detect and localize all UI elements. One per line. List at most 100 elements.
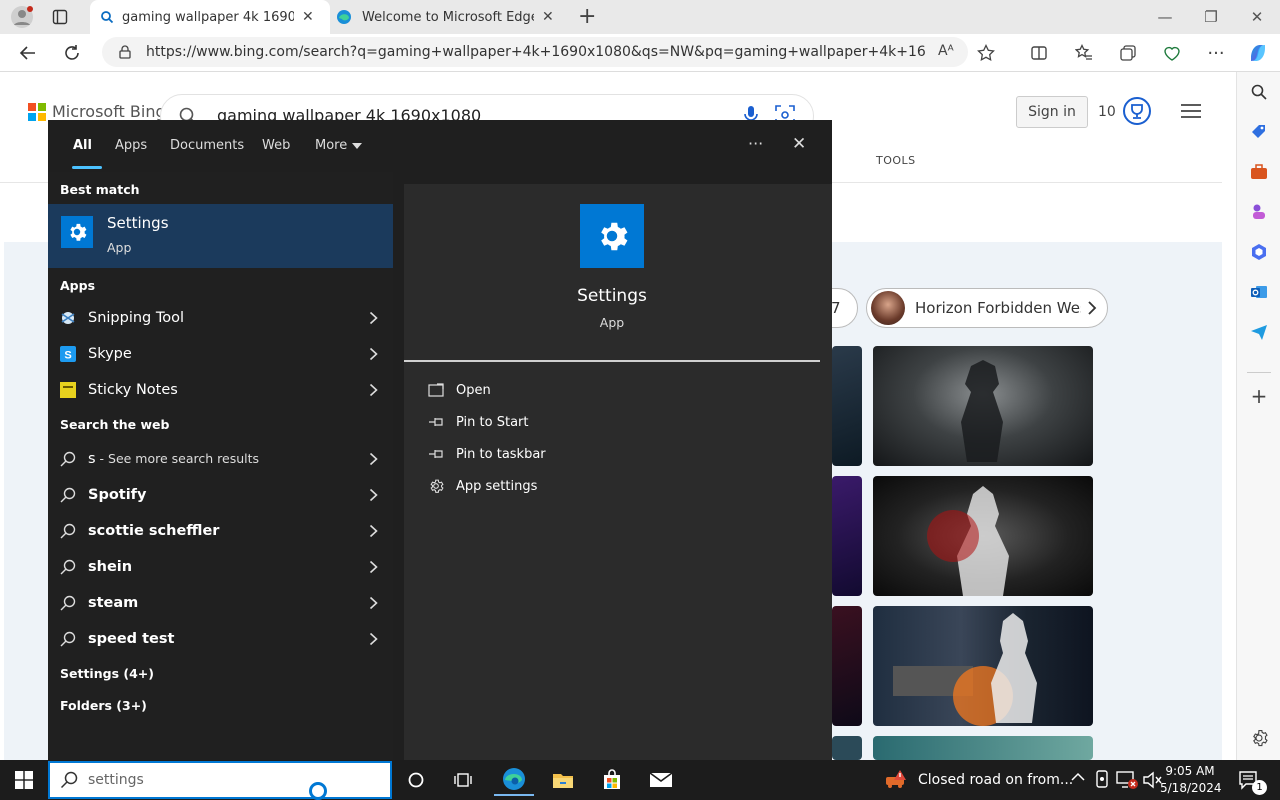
search-icon	[48, 631, 88, 647]
taskbar-search-box[interactable]: settings	[48, 761, 392, 800]
sidebar-settings-gear-icon[interactable]	[1247, 726, 1271, 750]
filter-tab-documents[interactable]: Documents	[170, 138, 244, 153]
close-tab-icon[interactable]: ✕	[542, 9, 554, 25]
tab-bing-search[interactable]: gaming wallpaper 4k 1690x1080 ✕	[90, 0, 330, 34]
url-text: https://www.bing.com/search?q=gaming+wal…	[146, 44, 926, 60]
web-result-spotify[interactable]: Spotify	[48, 477, 393, 513]
filter-tab-web[interactable]: Web	[262, 138, 290, 153]
web-result-steam[interactable]: steam	[48, 585, 393, 621]
clock-time[interactable]: 9:05 AM	[1160, 764, 1220, 778]
section-settings-count[interactable]: Settings (4+)	[60, 666, 154, 681]
web-result-speed-test[interactable]: speed test	[48, 621, 393, 657]
window-close-icon[interactable]: ✕	[1234, 0, 1280, 34]
image-thumbnail-assassin-red[interactable]	[873, 476, 1093, 596]
action-open[interactable]: Open	[428, 376, 491, 404]
action-app-settings[interactable]: App settings	[428, 472, 537, 500]
app-result-skype[interactable]: S Skype	[48, 336, 393, 372]
active-tab-indicator	[72, 166, 102, 169]
image-thumbnail[interactable]	[832, 736, 862, 760]
action-pin-to-taskbar[interactable]: Pin to taskbar	[428, 440, 546, 468]
taskbar-edge-icon[interactable]	[494, 764, 534, 796]
result-label: Snipping Tool	[88, 310, 185, 326]
tools-briefcase-icon[interactable]	[1247, 160, 1271, 184]
refresh-icon[interactable]	[56, 37, 88, 69]
drop-send-icon[interactable]	[1247, 320, 1271, 344]
section-folders-count[interactable]: Folders (3+)	[60, 698, 147, 713]
favorites-icon[interactable]	[1068, 37, 1100, 69]
filter-tab-more[interactable]: More	[315, 138, 363, 153]
network-offline-icon[interactable]	[1116, 770, 1138, 790]
notification-count-badge: 1	[1252, 780, 1267, 795]
favorite-star-icon[interactable]	[970, 37, 1002, 69]
preview-subtitle: App	[599, 315, 625, 330]
copilot-icon[interactable]	[1242, 37, 1274, 69]
traffic-alert-icon[interactable]	[884, 768, 908, 792]
clock-date[interactable]: 5/18/2024	[1160, 781, 1222, 795]
result-label: speed test	[88, 631, 175, 647]
collections-icon[interactable]	[1112, 37, 1144, 69]
action-label: App settings	[456, 478, 538, 494]
outlook-icon[interactable]	[1247, 280, 1271, 304]
chevron-right-icon	[353, 560, 393, 574]
device-icon[interactable]	[1094, 770, 1110, 788]
sign-in-button[interactable]: Sign in	[1016, 96, 1088, 128]
tab-actions-icon[interactable]	[52, 9, 68, 25]
image-thumbnail[interactable]	[832, 346, 862, 466]
hamburger-menu-icon[interactable]	[1180, 102, 1202, 120]
news-headline[interactable]: Closed road on from...	[918, 772, 1073, 788]
task-view-icon[interactable]	[443, 764, 483, 796]
action-pin-to-start[interactable]: Pin to Start	[428, 408, 528, 436]
add-sidebar-app-icon[interactable]: +	[1247, 384, 1271, 408]
cortana-circle-icon[interactable]	[396, 764, 436, 796]
web-result-scottie-scheffler[interactable]: scottie scheffler	[48, 513, 393, 549]
filter-tab-all[interactable]: All	[73, 138, 92, 153]
more-options-icon[interactable]: ···	[748, 134, 763, 153]
show-hidden-icons-chevron-icon[interactable]	[1070, 771, 1086, 783]
search-icon	[48, 451, 88, 467]
best-match-settings[interactable]: Settings App	[48, 204, 393, 268]
tab-welcome-edge[interactable]: Welcome to Microsoft Edge ✕	[336, 0, 566, 34]
browser-essentials-icon[interactable]	[1156, 37, 1188, 69]
minimize-icon[interactable]: —	[1142, 0, 1188, 34]
web-result-shein[interactable]: shein	[48, 549, 393, 585]
bing-logo[interactable]: Microsoft Bing	[28, 102, 166, 121]
back-arrow-icon[interactable]	[12, 37, 44, 69]
profile-avatar-icon[interactable]	[10, 5, 34, 29]
shopping-tag-icon[interactable]	[1247, 120, 1271, 144]
image-thumbnail[interactable]	[832, 606, 862, 726]
split-screen-icon[interactable]	[1023, 37, 1055, 69]
close-tab-icon[interactable]: ✕	[302, 9, 314, 25]
filter-tab-apps[interactable]: Apps	[115, 138, 147, 153]
close-menu-icon[interactable]: ✕	[792, 134, 806, 154]
microsoft-365-icon[interactable]	[1247, 240, 1271, 264]
chevron-right-icon	[353, 524, 393, 538]
rewards-trophy-icon[interactable]	[1122, 96, 1152, 126]
volume-muted-icon[interactable]	[1142, 771, 1162, 789]
tools-link[interactable]: TOOLS	[876, 154, 916, 167]
read-aloud-icon[interactable]: Aᴬ	[938, 43, 954, 59]
search-icon	[48, 559, 88, 575]
image-thumbnail[interactable]	[832, 476, 862, 596]
image-thumbnail-skyrim[interactable]	[873, 346, 1093, 466]
app-result-snipping-tool[interactable]: Snipping Tool	[48, 300, 393, 336]
pin-icon	[428, 416, 456, 428]
new-tab-button[interactable]: +	[578, 4, 596, 29]
games-icon[interactable]	[1247, 200, 1271, 224]
chevron-right-icon	[353, 632, 393, 646]
address-field[interactable]: https://www.bing.com/search?q=gaming+wal…	[102, 37, 968, 67]
image-thumbnail-assassin-fire[interactable]	[873, 606, 1093, 726]
rewards-points[interactable]: 10	[1098, 104, 1116, 120]
image-thumbnail[interactable]	[873, 736, 1093, 760]
result-label: scottie scheffler	[88, 523, 220, 539]
lock-icon	[118, 45, 132, 59]
more-options-icon[interactable]: ···	[1200, 37, 1232, 69]
web-result-see-more[interactable]: s - See more search results	[48, 441, 393, 477]
mail-icon[interactable]	[641, 764, 681, 796]
restore-icon[interactable]: ❐	[1188, 0, 1234, 34]
microsoft-store-icon[interactable]	[592, 764, 632, 796]
app-result-sticky-notes[interactable]: Sticky Notes	[48, 372, 393, 408]
related-chip-horizon[interactable]: Horizon Forbidden Wes	[866, 288, 1108, 328]
file-explorer-icon[interactable]	[543, 764, 583, 796]
windows-start-icon[interactable]	[4, 764, 44, 796]
sidebar-search-icon[interactable]	[1247, 80, 1271, 104]
